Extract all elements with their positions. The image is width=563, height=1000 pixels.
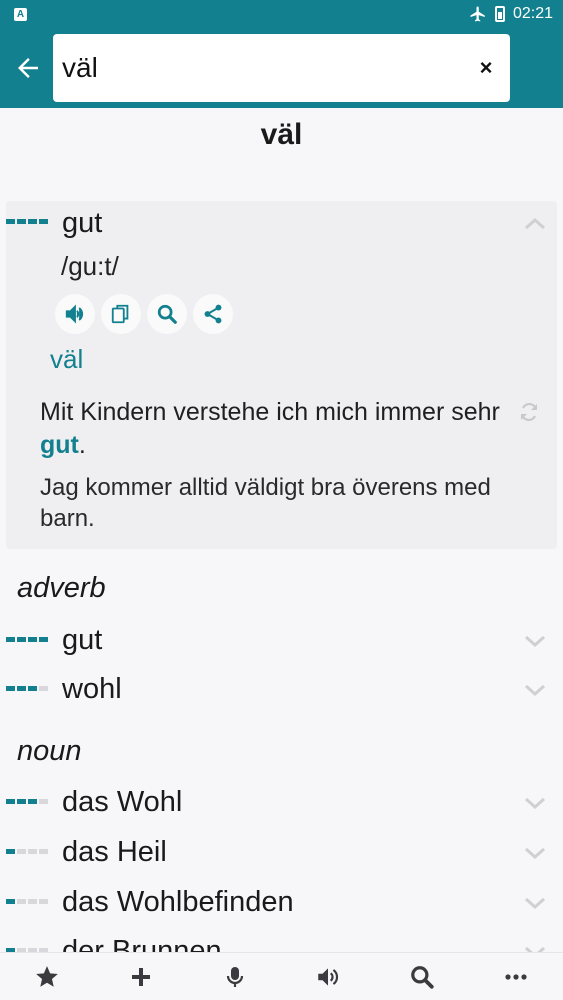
example-sentence: Mit Kindern verstehe ich mich immer sehr… [40,396,510,462]
example-translation: Jag kommer alltid väldigt bra överens me… [40,474,491,532]
more-icon [505,973,527,980]
more-options-button[interactable] [492,953,540,1000]
back-arrow-icon [18,58,38,78]
speaker-icon [65,304,84,324]
search-input[interactable] [62,47,462,89]
entry-word[interactable]: gut [62,207,102,240]
frequency-indicator [6,849,48,854]
example-text: Mit Kindern verstehe ich mich immer sehr [40,398,500,426]
frequency-indicator [6,219,48,224]
search-toolbar: × [0,30,563,108]
share-button[interactable] [193,294,233,334]
example-highlight: gut [40,431,79,459]
battery-icon [494,6,505,22]
search-button[interactable] [398,953,446,1000]
entry-word[interactable]: wohl [62,673,122,706]
clear-search-button[interactable]: × [474,56,498,80]
search-box: × [53,34,510,102]
chevron-down-icon[interactable] [523,629,547,653]
speaker-icon [318,967,339,986]
airplane-mode-icon [470,6,485,22]
entry-word[interactable]: der Brunnen [62,935,222,952]
chevron-up-icon[interactable] [523,212,547,236]
pronounce-button[interactable] [304,953,352,1000]
plus-icon [131,967,150,986]
search-icon [411,965,434,989]
entry-actions [55,294,233,334]
results-list[interactable]: väl gut /gu:t/ väl Mit Kindern verstehe … [0,108,563,952]
status-bar: A 02:21 [0,0,563,30]
frequency-indicator [6,899,48,904]
copy-icon [111,304,129,324]
chevron-down-icon[interactable] [523,678,547,702]
chevron-down-icon[interactable] [523,791,547,815]
entry-word[interactable]: das Wohl [62,786,182,819]
search-word-button[interactable] [147,294,187,334]
frequency-indicator [6,799,48,804]
part-of-speech-adverb: adverb [17,572,106,604]
frequency-indicator [6,686,48,691]
share-icon [204,304,222,324]
chevron-down-icon[interactable] [523,940,547,952]
play-audio-button[interactable] [55,294,95,334]
bottom-navigation [0,952,563,1000]
search-icon [157,304,177,324]
translation: väl [50,344,84,374]
star-icon [36,965,58,987]
entry-word[interactable]: das Heil [62,836,167,869]
app-notification-icon: A [14,8,27,21]
copy-button[interactable] [101,294,141,334]
add-button[interactable] [117,953,165,1000]
example-punctuation: . [78,431,86,459]
back-button[interactable] [8,48,48,88]
microphone-icon [226,966,243,987]
status-icons: 02:21 [469,5,553,23]
pronunciation: /gu:t/ [61,251,119,281]
entry-word[interactable]: das Wohlbefinden [62,886,294,919]
page-title: väl [260,118,303,151]
part-of-speech-noun: noun [17,735,82,767]
clock: 02:21 [512,5,553,22]
chevron-down-icon[interactable] [523,891,547,915]
voice-input-button[interactable] [211,953,259,1000]
refresh-icon[interactable] [517,400,541,424]
entry-word[interactable]: gut [62,624,102,657]
chevron-down-icon[interactable] [523,841,547,865]
frequency-indicator [6,637,48,642]
favorites-button[interactable] [23,953,71,1000]
